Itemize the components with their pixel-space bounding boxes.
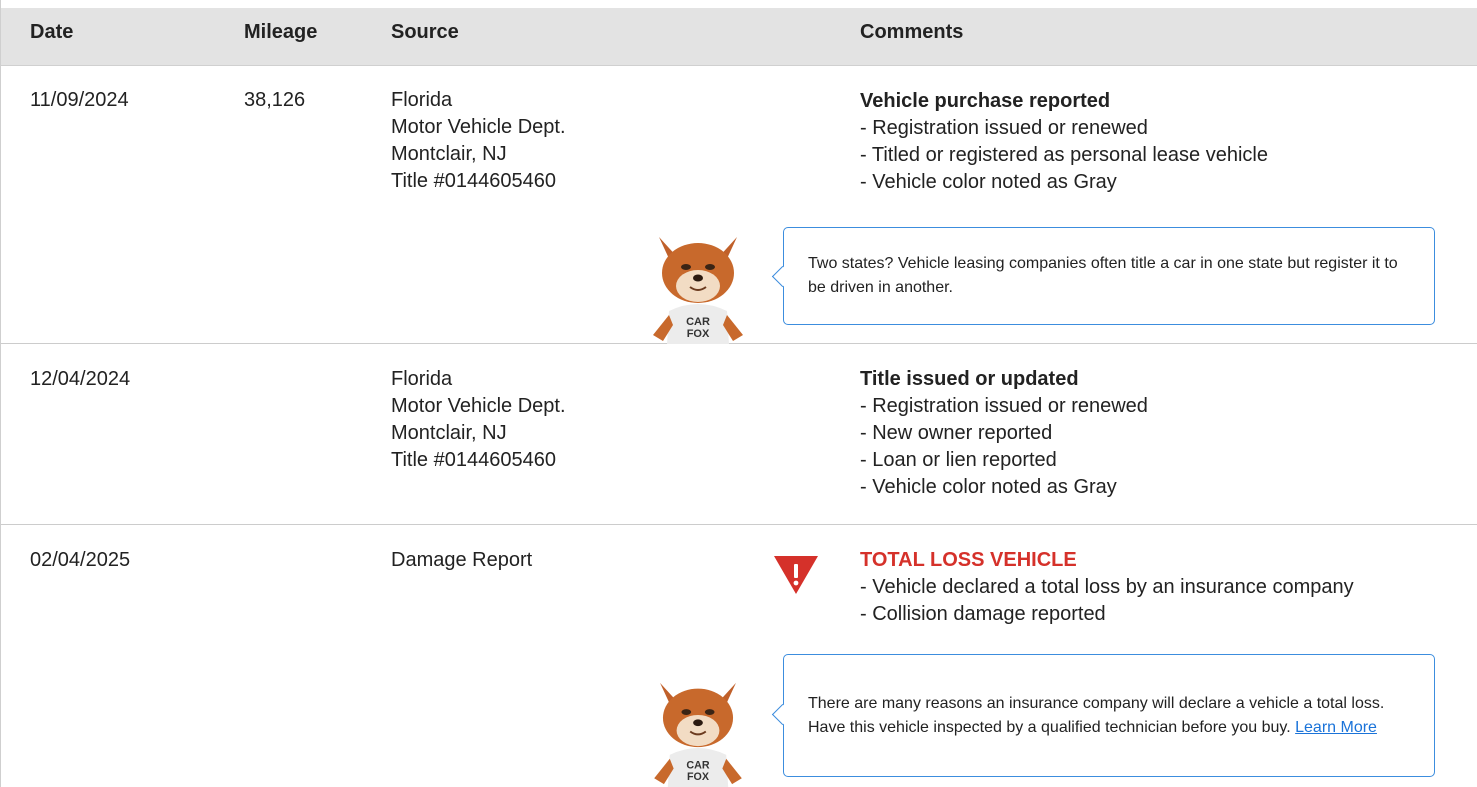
comments-cell: Title issued or updated - Registration i… (860, 366, 1148, 501)
mileage-cell: 38,126 (244, 89, 306, 111)
source-line: Florida (391, 368, 453, 390)
mascot-shirt-text: FOX (687, 328, 710, 340)
warning-triangle-icon (774, 556, 818, 594)
table-row: 12/04/2024 Florida Motor Vehicle Dept. M… (1, 344, 1477, 525)
comments-cell: Vehicle purchase reported - Registration… (860, 88, 1268, 196)
total-loss-heading: TOTAL LOSS VEHICLE (860, 549, 1077, 571)
tip-text: Two states? Vehicle leasing companies of… (808, 255, 1398, 296)
date-cell: 12/04/2024 (30, 368, 131, 390)
comment-item: - Vehicle color noted as Gray (860, 476, 1117, 498)
column-header-mileage: Mileage (244, 21, 318, 43)
mascot-shirt-text: FOX (687, 771, 710, 783)
tip-bubble: Two states? Vehicle leasing companies of… (771, 227, 1435, 325)
comment-item: - Loan or lien reported (860, 449, 1057, 471)
mascot-shirt-text: CAR (686, 316, 710, 328)
source-line: Damage Report (391, 549, 533, 571)
source-line: Montclair, NJ (391, 422, 507, 444)
table-row: 02/04/2025 Damage Report TOTAL LOSS VEHI… (1, 525, 1477, 787)
tip-pointer (771, 703, 794, 726)
source-line: Montclair, NJ (391, 143, 507, 165)
vehicle-history-table: Date Mileage Source Comments 11/09/2024 … (0, 0, 1477, 787)
comment-heading: Title issued or updated (860, 368, 1079, 390)
tip-text-container: There are many reasons an insurance comp… (808, 692, 1414, 740)
comment-item: - New owner reported (860, 422, 1053, 444)
comment-item: - Vehicle color noted as Gray (860, 171, 1117, 193)
tip-bubble: There are many reasons an insurance comp… (771, 654, 1435, 777)
column-header-date: Date (30, 21, 74, 43)
learn-more-link[interactable]: Learn More (1295, 719, 1377, 736)
source-cell: Florida Motor Vehicle Dept. Montclair, N… (391, 366, 566, 474)
comment-item: - Collision damage reported (860, 603, 1106, 625)
comments-cell: TOTAL LOSS VEHICLE - Vehicle declared a … (860, 547, 1354, 628)
carfox-mascot-icon: CAR FOX (653, 237, 743, 344)
table-row: 11/09/2024 38,126 Florida Motor Vehicle … (1, 66, 1477, 344)
source-line: Motor Vehicle Dept. (391, 116, 566, 138)
date-cell: 02/04/2025 (30, 549, 131, 571)
source-line: Title #0144605460 (391, 170, 556, 192)
column-header-comments: Comments (860, 21, 964, 43)
source-cell: Florida Motor Vehicle Dept. Montclair, N… (391, 87, 566, 195)
source-cell: Damage Report (391, 547, 532, 574)
carfox-mascot-icon: CAR FOX (654, 682, 742, 787)
comment-item: - Titled or registered as personal lease… (860, 144, 1268, 166)
mascot-shirt-text: CAR (686, 760, 709, 772)
comment-heading: Vehicle purchase reported (860, 90, 1111, 112)
column-header-source: Source (391, 21, 459, 43)
comment-item: - Registration issued or renewed (860, 395, 1148, 417)
tip-pointer (771, 265, 794, 288)
table-header: Date Mileage Source Comments (1, 0, 1477, 66)
comment-item: - Vehicle declared a total loss by an in… (860, 576, 1354, 598)
source-line: Florida (391, 89, 453, 111)
source-line: Motor Vehicle Dept. (391, 395, 566, 417)
date-cell: 11/09/2024 (30, 89, 129, 111)
source-line: Title #0144605460 (391, 449, 556, 471)
comment-item: - Registration issued or renewed (860, 117, 1148, 139)
